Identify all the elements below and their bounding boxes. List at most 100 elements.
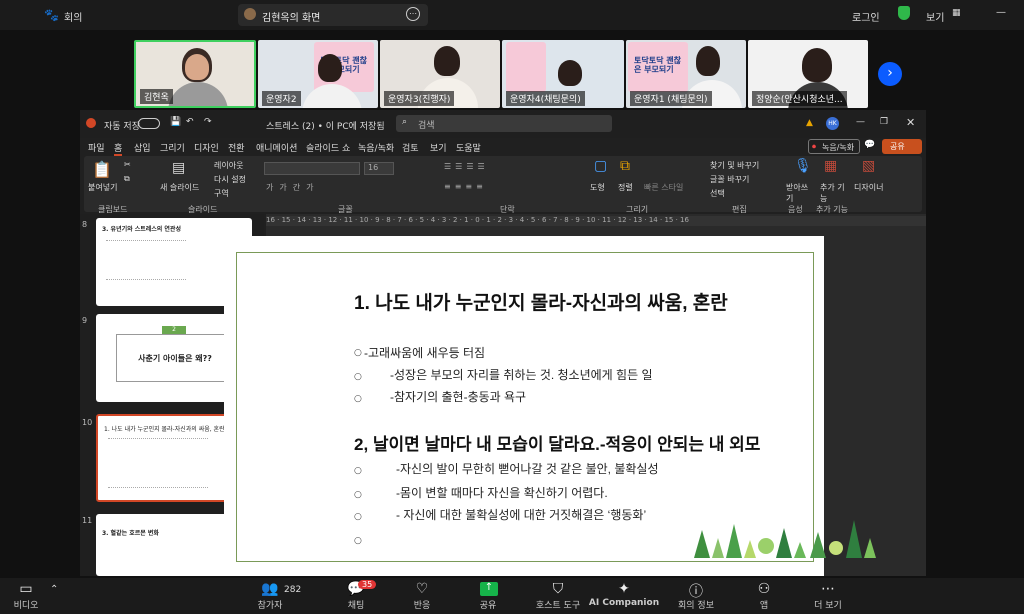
minimize-icon[interactable]: — (856, 117, 865, 127)
share-button[interactable]: 공유 (882, 139, 922, 154)
tab-view[interactable]: 보기 (430, 141, 447, 154)
new-slide-button[interactable]: 새 슬라이드 (160, 182, 199, 193)
quick-style-button[interactable]: 빠른 스타일 (644, 182, 684, 193)
new-slide-icon[interactable]: ▤ (172, 160, 185, 176)
sparkle-icon[interactable]: ✦ (584, 581, 664, 597)
thumbnail-title: 3. 혈같는 호르몬 변화 (102, 530, 159, 537)
font-size-select[interactable]: 16 (364, 162, 394, 175)
tab-transitions[interactable]: 전환 (228, 141, 245, 154)
ruler: 16 · 15 · 14 · 13 · 12 · 11 · 10 · 9 · 8… (266, 216, 926, 226)
tab-animations[interactable]: 애니메이션 (256, 141, 297, 154)
restore-icon[interactable]: ❐ (880, 117, 888, 127)
thumbnail-body (108, 438, 208, 488)
layout-button[interactable]: 레이아웃 (214, 160, 243, 171)
bullet-icon: ○ (354, 512, 362, 522)
next-page-icon[interactable]: › (878, 62, 902, 86)
video-tile[interactable]: 운영자4(채팅문의) (502, 40, 624, 108)
tab-insert[interactable]: 삽입 (134, 141, 151, 154)
document-title[interactable]: 스트레스 (2) • 이 PC에 저장됨 (266, 119, 385, 132)
thumbnail-title: 사춘기 아이들은 왜?? (116, 334, 234, 382)
grid-icon[interactable]: ▦ (952, 8, 961, 18)
autosave-toggle[interactable] (138, 118, 160, 129)
minimize-icon[interactable]: — (996, 7, 1006, 18)
share-label: 공유 (890, 142, 905, 151)
addins-button[interactable]: 추가 기능 (820, 182, 848, 204)
ai-companion-button[interactable]: AI Companion (584, 598, 664, 608)
share-title-pill[interactable]: 김현옥의 화면 ⋯ (238, 4, 428, 26)
bullet-icon: ○ (354, 394, 362, 404)
arrange-icon[interactable]: ⧉ (620, 158, 630, 174)
thumbnail-title: 3. 유년기와 스트레스의 연관성 (102, 226, 181, 233)
video-tile[interactable]: 토닥토닥 괜찮은 부모되기 운영자1 (채팅문의) (626, 40, 746, 108)
record-icon: ⏺ (812, 142, 816, 151)
share-screen-icon[interactable]: ↑ (480, 582, 498, 596)
record-label: 녹음/녹화 (822, 143, 855, 152)
font-name-select[interactable] (264, 162, 360, 175)
paste-button[interactable]: 붙여넣기 (88, 182, 117, 193)
tab-review[interactable]: 검토 (402, 141, 419, 154)
shape-button[interactable]: 도형 (590, 182, 605, 193)
align-icons[interactable]: ≡≡≡≡ (444, 182, 487, 191)
shape-icon[interactable]: ▢ (594, 158, 607, 174)
undo-icon[interactable]: ↶ (186, 117, 194, 127)
slide-canvas[interactable]: 1. 나도 내가 누군인지 몰라-자신과의 싸움, 혼란 ○ -고래싸움에 새우… (224, 236, 876, 576)
record-button[interactable]: ⏺ 녹음/녹화 (808, 139, 860, 154)
select-button[interactable]: 선택 (710, 188, 725, 199)
more-options-icon[interactable]: ⋯ (406, 7, 420, 21)
tab-help[interactable]: 도움말 (456, 141, 481, 154)
arrange-button[interactable]: 정렬 (618, 182, 633, 193)
shield-icon (898, 6, 910, 20)
heart-icon[interactable]: ♡ (382, 581, 462, 597)
search-icon: ⌕ (402, 117, 408, 127)
share-button[interactable]: 공유 (448, 598, 528, 611)
tab-slideshow[interactable]: 슬라이드 쇼 (306, 141, 350, 154)
slide-line: - 자신에 대한 불확실성에 대한 거짓해결은 ‘행동화’ (396, 508, 647, 522)
top-bar: 🐾 회의 김현옥의 화면 ⋯ 로그인 보기 ▦ — (0, 0, 1024, 30)
view-menu[interactable]: 보기 (926, 9, 944, 24)
participants-button[interactable]: 참가자 (230, 598, 310, 611)
login-link[interactable]: 로그인 (852, 9, 880, 24)
cut-icon[interactable]: ✂ (124, 160, 131, 169)
comment-icon[interactable]: 💬 (864, 140, 875, 150)
designer-button[interactable]: 디자이너 (854, 182, 883, 193)
more-button[interactable]: 더 보기 (788, 598, 868, 611)
slide-line: -몸이 변할 때마다 자신을 확신하기 어렵다. (396, 486, 608, 500)
reset-button[interactable]: 다시 설정 (214, 174, 246, 185)
video-tile[interactable]: 토닥토닥 괜찮은 부모되기 운영자2 (258, 40, 378, 108)
bullet-icon: ○ (354, 372, 362, 382)
participants-count: 282 (284, 585, 302, 595)
save-icon[interactable]: 💾 (170, 117, 181, 127)
tab-home[interactable]: 홈 (114, 141, 123, 156)
clipboard-icon[interactable]: 📋 (92, 160, 112, 179)
bullet-icon: ○ (354, 466, 362, 476)
find-button[interactable]: 찾기 및 바꾸기 (710, 160, 759, 171)
bullet-icons[interactable]: ☰☰☰☰ (444, 162, 489, 171)
section-button[interactable]: 구역 (214, 188, 229, 199)
video-tile[interactable]: 정양순(안산시청소년... (748, 40, 868, 108)
tab-file[interactable]: 파일 (88, 141, 105, 154)
close-icon[interactable]: ✕ (906, 116, 915, 129)
designer-icon[interactable]: ▧ (862, 158, 875, 174)
dictate-button[interactable]: 받아쓰기 (786, 182, 814, 204)
video-tile[interactable]: 김현옥 (134, 40, 256, 108)
chevron-up-icon[interactable]: ⌃ (50, 584, 58, 595)
search-box[interactable]: ⌕ 검색 (396, 115, 612, 132)
slide-line: -고래싸움에 새우등 터짐 (364, 346, 486, 360)
slide-heading-2: 2, 날이면 날마다 내 모습이 달라요.-적응이 안되는 내 외모 (354, 435, 761, 454)
slide-number: 10 (82, 418, 93, 427)
microphone-icon[interactable]: 🎙 (794, 158, 812, 174)
video-button[interactable]: 비디오 (0, 598, 66, 611)
redo-icon[interactable]: ↷ (204, 117, 212, 127)
slide-number: 8 (82, 220, 88, 229)
thumbnail-title: 1. 나도 내가 누군인지 몰라-자신과의 싸움, 혼란 (104, 426, 225, 433)
font-format-icons[interactable]: 가가간가 (266, 182, 319, 193)
more-icon[interactable]: ⋯ (788, 581, 868, 597)
replace-button[interactable]: 글꼴 바꾸기 (710, 174, 749, 185)
video-tile[interactable]: 운영자3(진행자) (380, 40, 500, 108)
tab-record[interactable]: 녹음/녹화 (358, 141, 394, 154)
avatar[interactable]: HK (826, 117, 839, 130)
addins-icon[interactable]: ▦ (824, 158, 837, 174)
copy-icon[interactable]: ⧉ (124, 174, 130, 184)
tab-design[interactable]: 디자인 (194, 141, 219, 154)
tab-draw[interactable]: 그리기 (160, 141, 185, 154)
